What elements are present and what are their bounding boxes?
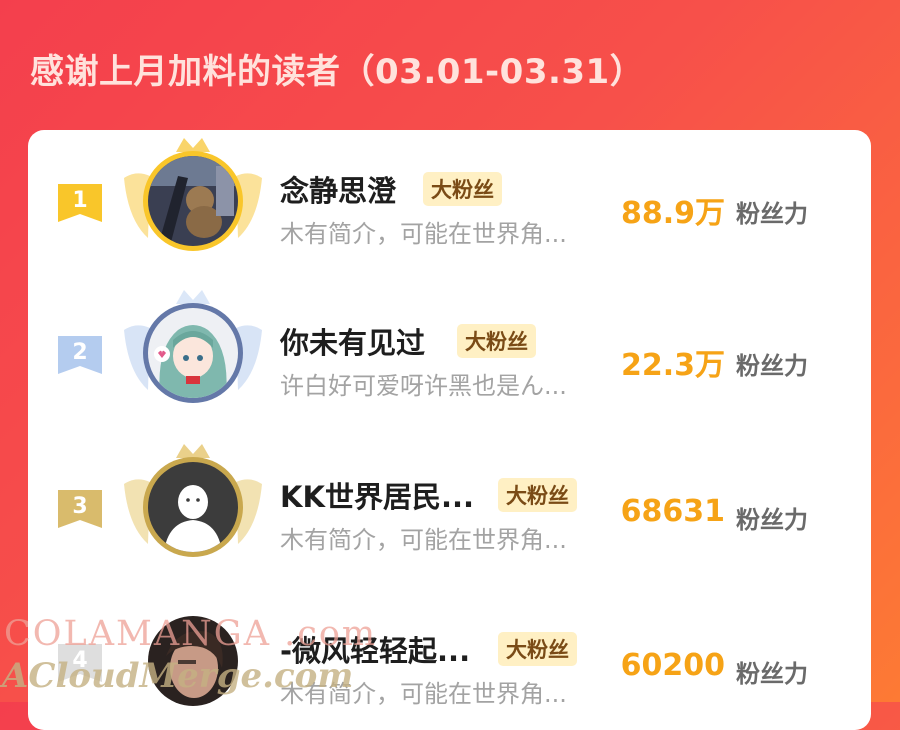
reader-row-2[interactable]: 2 你未有见过 大粉丝 许白好可爱呀许黑也是ん... 22.3万 粉丝力 [28, 282, 871, 432]
fan-score-label: 粉丝力 [736, 506, 808, 534]
plain-avatar-frame [118, 590, 268, 730]
reader-ranking-card: 1 念静思澄 大粉丝 木有简介，可能在世界角... 88.9万 粉丝力 2 你未… [28, 130, 871, 730]
reader-name[interactable]: -微风轻轻起... [280, 628, 470, 670]
page-title: 感谢上月加料的读者（03.01-03.31） [30, 52, 645, 92]
bronze-wreath-frame [118, 436, 268, 576]
avatar-1[interactable] [148, 156, 238, 246]
reader-bio: 木有简介，可能在世界角... [280, 220, 567, 248]
fan-score-label: 粉丝力 [736, 660, 808, 688]
fan-score: 68631 [620, 494, 725, 529]
avatar-3[interactable] [148, 462, 238, 552]
gold-wreath-frame [118, 130, 268, 270]
avatar-4[interactable] [148, 616, 238, 706]
rank-badge-3: 3 [58, 490, 104, 534]
fan-score-label: 粉丝力 [736, 200, 808, 228]
reader-bio: 木有简介，可能在世界角... [280, 526, 567, 554]
rank-number: 1 [72, 188, 88, 213]
rank-badge-2: 2 [58, 336, 104, 380]
reader-name[interactable]: 念静思澄 [280, 168, 396, 210]
rank-number: 2 [72, 340, 88, 365]
fan-level-badge: 大粉丝 [423, 172, 502, 206]
reader-bio: 木有简介，可能在世界角... [280, 680, 567, 708]
rank-badge-4: 4 [58, 644, 104, 688]
rank-badge-1: 1 [58, 184, 104, 228]
reader-name[interactable]: KK世界居民... [280, 474, 474, 516]
fan-level-badge: 大粉丝 [498, 478, 577, 512]
fan-score-label: 粉丝力 [736, 352, 808, 380]
reader-row-1[interactable]: 1 念静思澄 大粉丝 木有简介，可能在世界角... 88.9万 粉丝力 [28, 130, 871, 280]
rank-number: 4 [72, 648, 88, 673]
reader-name[interactable]: 你未有见过 [280, 320, 425, 362]
avatar-2[interactable] [148, 308, 238, 398]
reader-row-3[interactable]: 3 KK世界居民... 大粉丝 木有简介，可能在世界角... 68631 粉丝力 [28, 436, 871, 586]
rank-number: 3 [72, 494, 88, 519]
reader-bio: 许白好可爱呀许黑也是ん... [280, 372, 567, 400]
fan-level-badge: 大粉丝 [457, 324, 536, 358]
fan-level-badge: 大粉丝 [498, 632, 577, 666]
reader-row-4[interactable]: 4 -微风轻轻起... 大粉丝 木有简介，可能在世界角... 60200 粉丝力 [28, 590, 871, 730]
fan-score: 60200 [620, 648, 725, 683]
fan-score: 22.3万 [620, 348, 725, 383]
silver-wreath-frame [118, 282, 268, 422]
fan-score: 88.9万 [620, 196, 725, 231]
